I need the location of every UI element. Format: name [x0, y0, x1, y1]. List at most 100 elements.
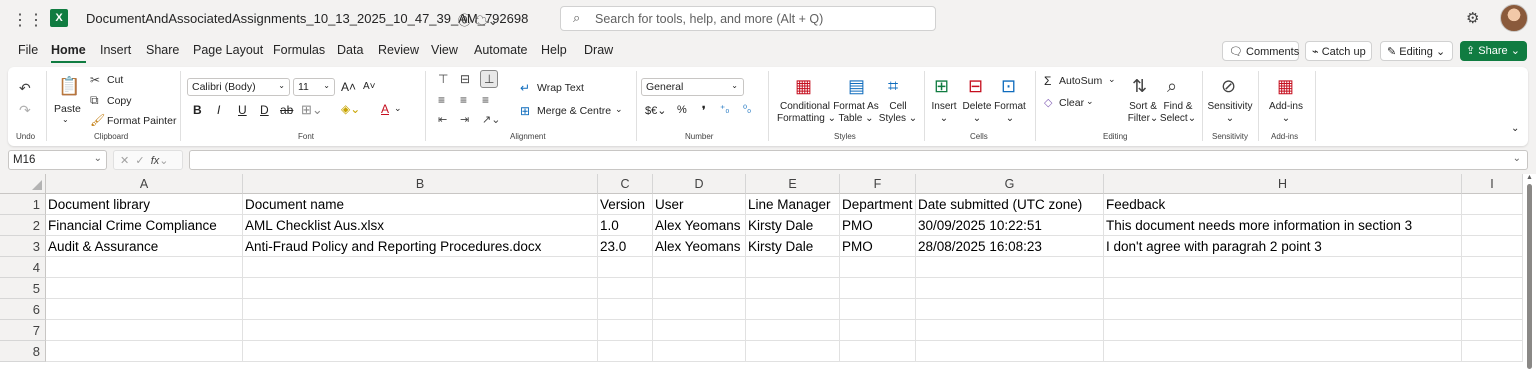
cell-f8[interactable] — [840, 341, 916, 362]
cell-e5[interactable] — [746, 278, 840, 299]
column-header-c[interactable]: C — [598, 174, 653, 194]
percent-icon[interactable]: % — [677, 104, 687, 116]
cell-g3[interactable]: 28/08/2025 16:08:23 — [916, 236, 1104, 257]
conditional-formatting-button[interactable]: Conditional Formatting ⌄ — [777, 101, 836, 125]
row-header[interactable]: 3 — [0, 236, 46, 257]
cell-i3[interactable] — [1462, 236, 1523, 257]
align-right-icon[interactable]: ≡ — [482, 93, 489, 107]
cell-e1[interactable]: Line Manager — [746, 194, 840, 215]
cell-g7[interactable] — [916, 320, 1104, 341]
comma-style-icon[interactable]: ❜ — [702, 104, 706, 117]
cell-b7[interactable] — [243, 320, 598, 341]
cell-a8[interactable] — [46, 341, 243, 362]
cell-g8[interactable] — [916, 341, 1104, 362]
align-top-icon[interactable]: ⊤ — [438, 72, 448, 86]
scroll-up-icon[interactable]: ▲ — [1526, 174, 1533, 181]
cell-c8[interactable] — [598, 341, 653, 362]
cell-f4[interactable] — [840, 257, 916, 278]
clear-button[interactable]: Clear — [1059, 97, 1084, 109]
increase-indent-icon[interactable]: ⇥ — [460, 113, 469, 127]
cell-h4[interactable] — [1104, 257, 1462, 278]
cell-g5[interactable] — [916, 278, 1104, 299]
tab-review[interactable]: Review — [378, 43, 419, 57]
cell-d6[interactable] — [653, 299, 746, 320]
align-center-icon[interactable]: ≡ — [460, 93, 467, 107]
cell-e6[interactable] — [746, 299, 840, 320]
font-size-select[interactable]: 11 ⌄ — [293, 78, 335, 96]
cell-d2[interactable]: Alex Yeomans — [653, 215, 746, 236]
autosum-icon[interactable]: Σ — [1044, 74, 1051, 88]
align-bottom-icon[interactable]: ⊥ — [480, 70, 499, 88]
cell-e4[interactable] — [746, 257, 840, 278]
cell-f2[interactable]: PMO — [840, 215, 916, 236]
font-color-icon[interactable]: A — [381, 102, 389, 116]
scrollbar-thumb[interactable] — [1527, 184, 1532, 369]
copy-button[interactable]: Copy — [107, 95, 132, 107]
row-header[interactable]: 5 — [0, 278, 46, 299]
wrap-text-button[interactable]: Wrap Text — [537, 82, 584, 94]
enter-icon[interactable]: ✓ — [135, 155, 144, 167]
cell-a1[interactable]: Document library — [46, 194, 243, 215]
delete-cells-button[interactable]: Delete ⌄ — [961, 101, 993, 125]
settings-gear-icon[interactable]: ⚙ — [1466, 9, 1479, 27]
tab-insert[interactable]: Insert — [100, 43, 131, 57]
insert-cells-button[interactable]: Insert ⌄ — [929, 101, 959, 125]
tab-share[interactable]: Share — [146, 43, 179, 57]
italic-icon[interactable]: I — [217, 103, 220, 117]
format-painter-icon[interactable]: 🖌 — [90, 113, 105, 127]
sensitivity-shield-icon[interactable]: ⓪ ☁⌄ — [458, 10, 499, 29]
format-cells-icon[interactable]: ⊡ — [1001, 77, 1016, 95]
cell-c2[interactable]: 1.0 — [598, 215, 653, 236]
column-header-b[interactable]: B — [243, 174, 598, 194]
formula-input[interactable]: ⌄ — [189, 150, 1528, 170]
cell-h1[interactable]: Feedback — [1104, 194, 1462, 215]
cloud-sync-icon[interactable]: ☁⌄ — [475, 13, 499, 28]
avatar[interactable] — [1500, 4, 1528, 32]
double-underline-icon[interactable]: D — [260, 103, 269, 117]
paste-button[interactable]: Paste — [54, 103, 81, 115]
cell-b1[interactable]: Document name — [243, 194, 598, 215]
cell-f5[interactable] — [840, 278, 916, 299]
column-header-g[interactable]: G — [916, 174, 1104, 194]
tab-help[interactable]: Help — [541, 43, 567, 57]
redo-icon[interactable]: ↷ — [19, 103, 31, 117]
cell-i7[interactable] — [1462, 320, 1523, 341]
select-all-corner[interactable] — [0, 174, 46, 194]
find-select-icon[interactable]: ⌕ — [1167, 77, 1177, 95]
wrap-text-icon[interactable]: ↵ — [520, 81, 530, 95]
add-ins-button[interactable]: Add-ins ⌄ — [1265, 101, 1307, 125]
cell-b4[interactable] — [243, 257, 598, 278]
align-left-icon[interactable]: ≡ — [438, 93, 445, 107]
cell-a7[interactable] — [46, 320, 243, 341]
add-ins-icon[interactable]: ▦ — [1277, 77, 1294, 95]
cell-b6[interactable] — [243, 299, 598, 320]
tab-home[interactable]: Home — [51, 43, 86, 63]
sensitivity-icon[interactable]: ⊘ — [1221, 77, 1236, 95]
format-as-table-button[interactable]: Format As Table ⌄ — [833, 101, 879, 125]
find-select-button[interactable]: Find & Select⌄ — [1158, 101, 1198, 125]
cell-h3[interactable]: I don't agree with paragrah 2 point 3 — [1104, 236, 1462, 257]
cell-d5[interactable] — [653, 278, 746, 299]
cell-f1[interactable]: Department — [840, 194, 916, 215]
cell-c5[interactable] — [598, 278, 653, 299]
tab-page-layout[interactable]: Page Layout — [193, 43, 263, 57]
name-box[interactable]: M16 ⌄ — [8, 150, 107, 170]
comments-button[interactable]: 🗨 Comments — [1222, 41, 1299, 61]
accounting-format-icon[interactable]: $€⌄ — [645, 104, 666, 117]
cell-g2[interactable]: 30/09/2025 10:22:51 — [916, 215, 1104, 236]
cell-i6[interactable] — [1462, 299, 1523, 320]
column-header-h[interactable]: H — [1104, 174, 1462, 194]
cell-i1[interactable] — [1462, 194, 1523, 215]
decrease-decimal-icon[interactable]: ⁰₀ — [743, 104, 751, 115]
decrease-indent-icon[interactable]: ⇤ — [438, 113, 447, 127]
cell-styles-icon[interactable]: ⌗ — [888, 77, 898, 95]
borders-icon[interactable]: ⊞⌄ — [301, 102, 323, 118]
cell-a3[interactable]: Audit & Assurance — [46, 236, 243, 257]
sort-filter-icon[interactable]: ⇅ — [1132, 77, 1147, 95]
clear-chevron-icon[interactable]: ⌄ — [1086, 96, 1094, 107]
cell-h8[interactable] — [1104, 341, 1462, 362]
cell-b5[interactable] — [243, 278, 598, 299]
cell-b8[interactable] — [243, 341, 598, 362]
column-header-a[interactable]: A — [46, 174, 243, 194]
cancel-icon[interactable]: ✕ — [120, 155, 129, 167]
